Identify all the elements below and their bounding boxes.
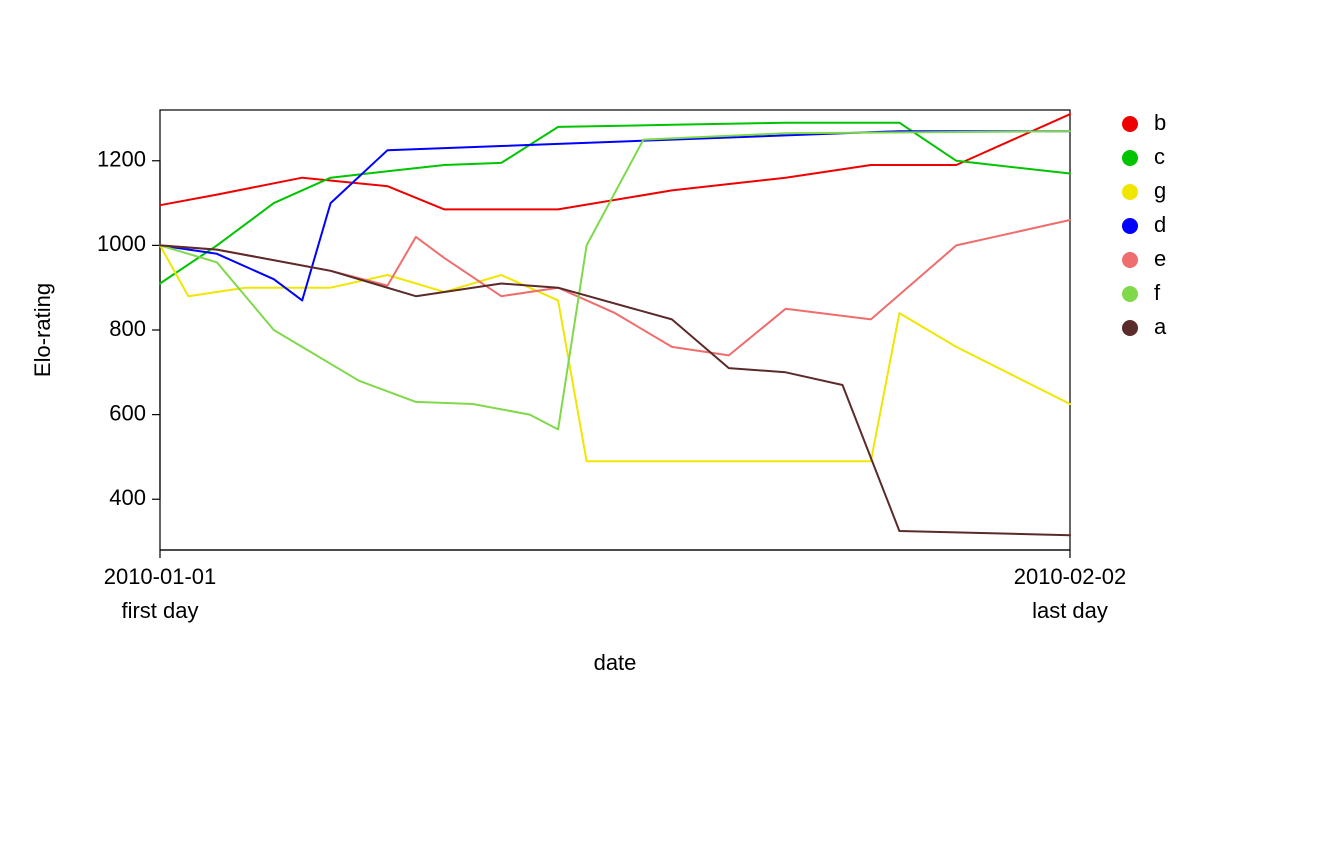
x-tick-label: 2010-01-01 [104,564,217,589]
x-tick-label: 2010-02-02 [1014,564,1127,589]
legend-marker-a [1122,320,1138,336]
y-tick-label: 400 [109,485,146,510]
series-a [160,245,1070,535]
series-f [160,131,1070,429]
legend-marker-g [1122,184,1138,200]
chart-container: 400 600 800 1000 1200 2010-01-01 first day 2010… [0,0,1344,864]
legend-label-a: a [1154,314,1167,339]
legend-marker-e [1122,252,1138,268]
series-g [160,245,1070,461]
y-tick-label: 1200 [97,147,146,172]
legend-marker-c [1122,150,1138,166]
plot-frame [160,110,1070,550]
y-axis-title: Elo-rating [30,283,55,377]
legend-marker-d [1122,218,1138,234]
line-chart: 400 600 800 1000 1200 2010-01-01 first day 2010… [0,0,1344,864]
y-tick-label: 600 [109,400,146,425]
legend-label-g: g [1154,178,1166,203]
series-d [160,131,1070,300]
legend-label-f: f [1154,280,1161,305]
series-c [160,123,1070,284]
legend-label-e: e [1154,246,1166,271]
x-tick-annotation: first day [121,598,198,623]
x-axis-title: date [594,650,637,675]
y-tick-label: 800 [109,316,146,341]
legend-label-c: c [1154,144,1165,169]
legend-label-d: d [1154,212,1166,237]
legend-marker-b [1122,116,1138,132]
y-tick-label: 1000 [97,231,146,256]
x-tick-annotation: last day [1032,598,1108,623]
series-b [160,114,1070,209]
legend-marker-f [1122,286,1138,302]
legend-label-b: b [1154,110,1166,135]
